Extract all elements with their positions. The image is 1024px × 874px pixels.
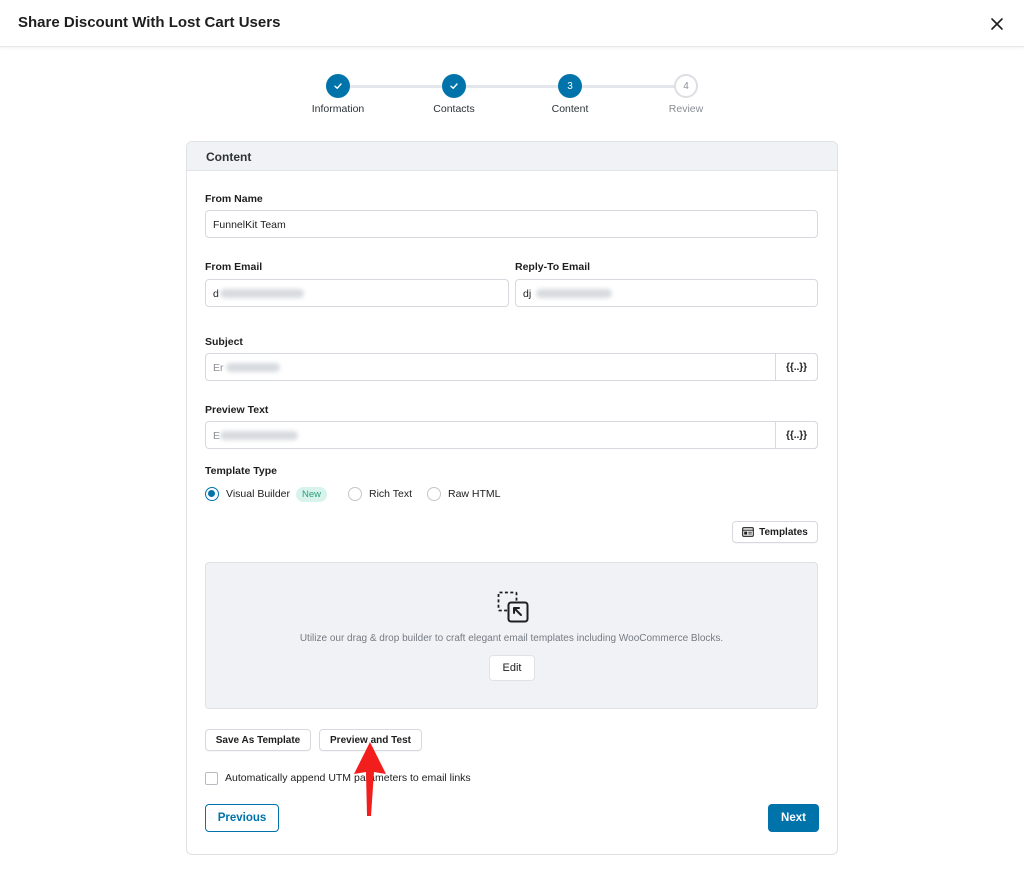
merge-tag-button[interactable]: {{..}} — [775, 421, 818, 449]
redacted-text — [536, 289, 612, 298]
close-icon[interactable] — [988, 15, 1006, 33]
edit-button[interactable]: Edit — [489, 655, 535, 681]
template-type-options: Visual Builder New Rich Text Raw HTML — [205, 486, 605, 502]
check-icon — [442, 74, 466, 98]
templates-button-label: Templates — [759, 526, 808, 538]
reply-to-email-label: Reply-To Email — [515, 261, 591, 273]
step-number: 4 — [674, 74, 698, 98]
from-name-label: From Name — [205, 193, 263, 205]
redacted-text — [226, 363, 280, 372]
subject-input[interactable]: Er {{..}} — [205, 353, 818, 381]
merge-tag-button[interactable]: {{..}} — [775, 353, 818, 381]
visual-builder-panel: Utilize our drag & drop builder to craft… — [205, 562, 818, 709]
annotation-arrow-icon — [350, 742, 390, 818]
previous-button[interactable]: Previous — [205, 804, 279, 832]
radio-visual-builder[interactable]: Visual Builder New — [205, 486, 328, 502]
utm-checkbox[interactable] — [205, 771, 218, 785]
next-button[interactable]: Next — [768, 804, 819, 832]
reply-to-email-value: dj — [523, 288, 532, 300]
section-title: Content — [206, 150, 252, 164]
preview-text-label: Preview Text — [205, 404, 269, 416]
builder-description: Utilize our drag & drop builder to craft… — [299, 633, 724, 644]
reply-to-email-input[interactable]: dj — [515, 279, 818, 307]
save-as-template-button[interactable]: Save As Template — [205, 729, 311, 751]
step-review[interactable]: 4 Review — [641, 74, 731, 115]
card-header: Content — [187, 142, 837, 171]
radio-button[interactable] — [348, 487, 362, 501]
radio-label: Raw HTML — [448, 488, 501, 500]
step-label: Content — [551, 103, 589, 115]
utm-checkbox-label: Automatically append UTM parameters to e… — [225, 772, 471, 784]
from-email-value: d — [213, 288, 219, 300]
subject-value: Er — [213, 362, 224, 374]
template-type-label: Template Type — [205, 465, 277, 477]
template-icon — [742, 527, 754, 537]
preview-text-input[interactable]: E {{..}} — [205, 421, 818, 449]
step-label: Contacts — [433, 103, 475, 115]
utm-checkbox-row[interactable]: Automatically append UTM parameters to e… — [205, 771, 471, 785]
radio-rich-text[interactable]: Rich Text — [348, 486, 412, 502]
templates-button[interactable]: Templates — [732, 521, 818, 543]
step-information[interactable]: Information — [293, 74, 383, 115]
step-content[interactable]: 3 Content — [525, 74, 615, 115]
step-number: 3 — [558, 74, 582, 98]
step-label: Information — [311, 103, 365, 115]
new-badge: New — [296, 486, 328, 502]
from-name-value: FunnelKit Team — [213, 219, 286, 231]
progress-stepper: Information Contacts 3 Content 4 Review — [300, 74, 720, 118]
modal-title: Share Discount With Lost Cart Users — [18, 14, 281, 31]
radio-label: Rich Text — [369, 488, 412, 500]
from-email-label: From Email — [205, 261, 263, 273]
subject-label: Subject — [205, 336, 243, 348]
redacted-text — [220, 289, 304, 298]
modal-header: Share Discount With Lost Cart Users — [0, 0, 1024, 47]
preview-text-value: E — [213, 430, 221, 442]
redacted-text — [220, 431, 298, 440]
step-label: Review — [668, 103, 704, 115]
radio-raw-html[interactable]: Raw HTML — [427, 486, 501, 502]
from-email-input[interactable]: d — [205, 279, 509, 307]
check-icon — [326, 74, 350, 98]
radio-label: Visual Builder — [226, 488, 291, 500]
radio-button[interactable] — [205, 487, 219, 501]
from-name-input[interactable]: FunnelKit Team — [205, 210, 818, 238]
step-contacts[interactable]: Contacts — [409, 74, 499, 115]
drag-drop-icon — [497, 591, 529, 623]
radio-button[interactable] — [427, 487, 441, 501]
